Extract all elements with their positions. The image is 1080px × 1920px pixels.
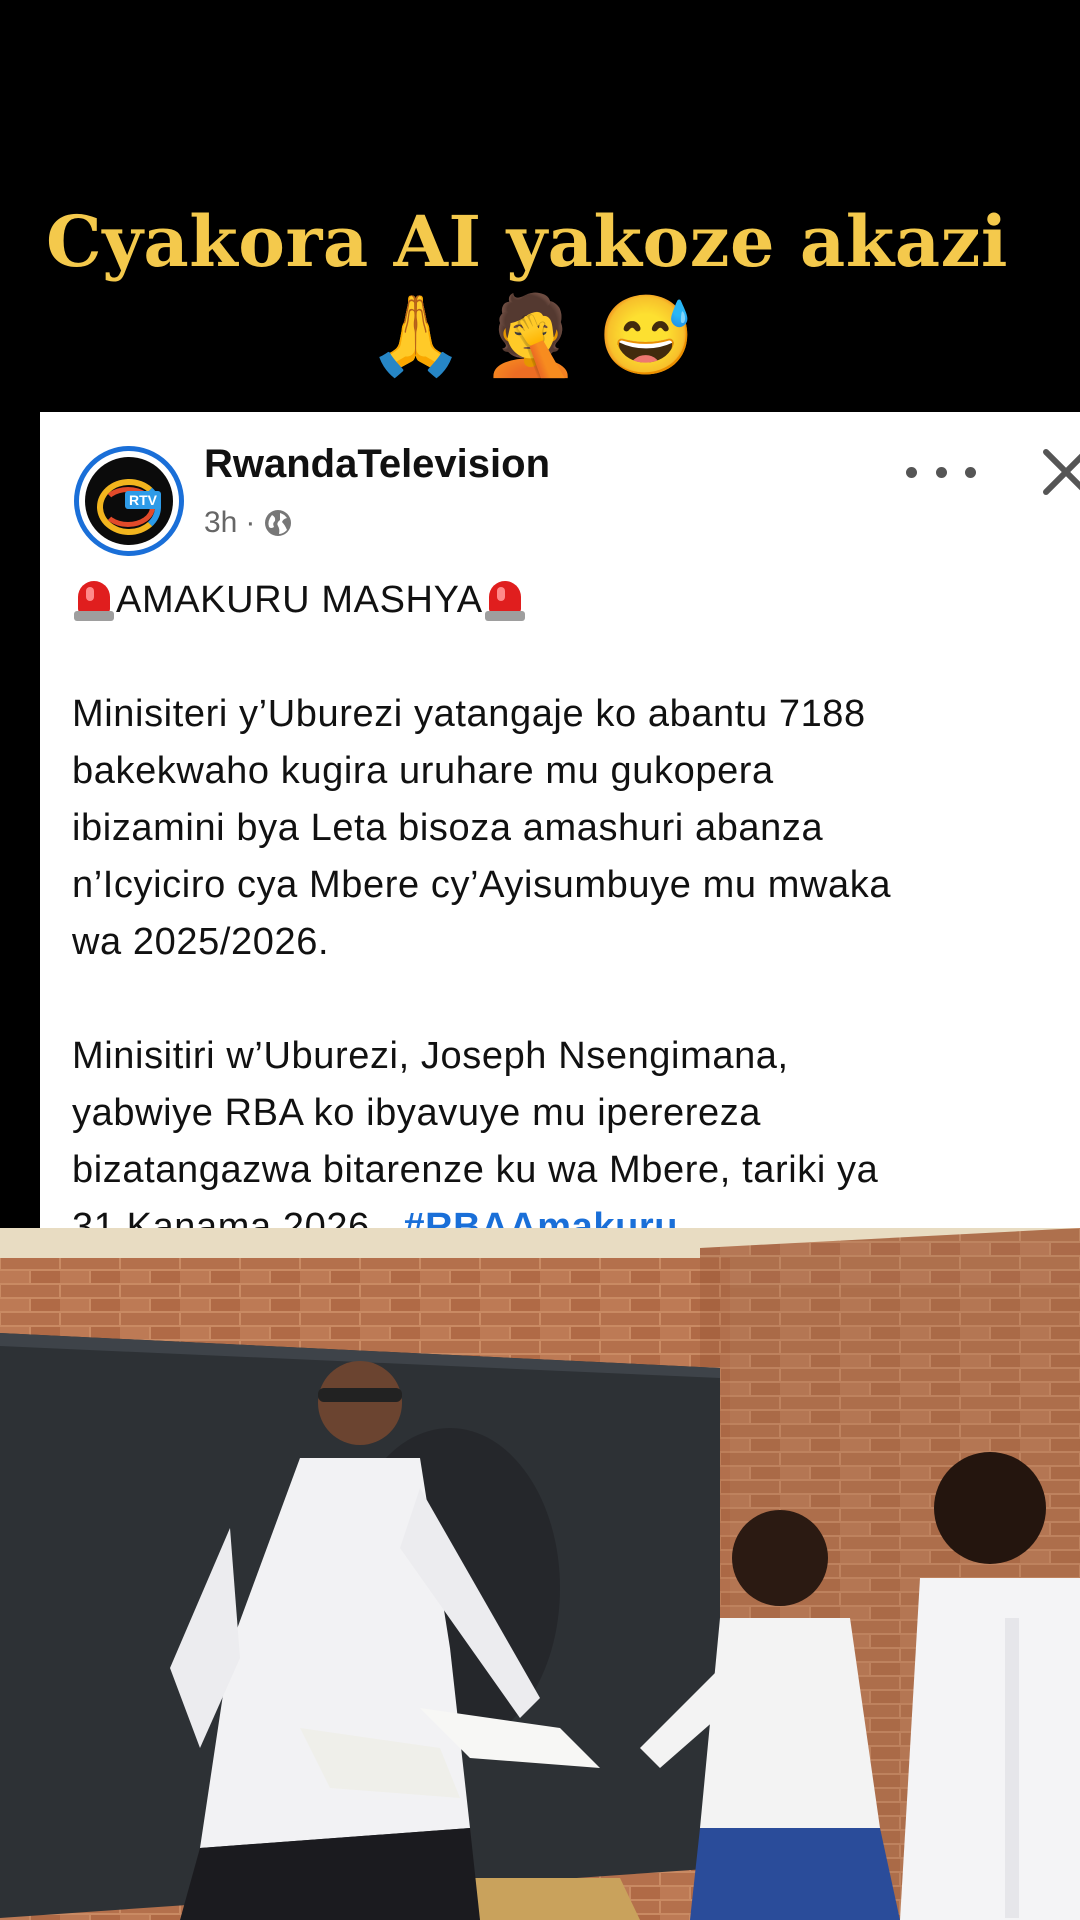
post-headline: AMAKURU MASHYA [72,572,1080,629]
close-icon[interactable] [1036,442,1080,502]
video-caption: Cyakora AI yakoze akazi 🙏🤦😅 [0,205,1080,376]
last-line-text: 31 Kanama 2026. [72,1206,382,1228]
paragraph-1-line: n’Icyiciro cya Mbere cy’Ayisumbuye mu mw… [72,864,892,906]
paragraph-1-line: ibizamini bya Leta bisoza amashuri abanz… [72,807,824,849]
rtv-logo-icon: RTV [85,457,173,545]
caption-title: Cyakora AI yakoze akazi [46,200,1008,283]
page-avatar[interactable]: RTV [74,446,184,556]
siren-icon [74,579,114,623]
meta-separator: · [245,506,256,539]
hashtag-link[interactable]: #RBAAmakuru [403,1206,678,1228]
classroom-photo [0,1228,1080,1920]
paragraph-2-line: bizatangazwa bitarenze ku wa Mbere, tari… [72,1149,879,1191]
page-name[interactable]: RwandaTelevision [204,442,550,487]
post-meta: 3h · [204,506,293,540]
paragraph-1-line: Minisiteri y’Uburezi yatangaje ko abantu… [72,693,866,735]
post-time[interactable]: 3h [204,506,237,540]
globe-icon [265,510,292,536]
paragraph-2-last-line: 31 Kanama 2026. #RBAAmakuru [72,1199,1080,1228]
caption-emojis: 🙏🤦😅 [367,289,713,381]
paragraph-1-line: bakekwaho kugira uruhare mu gukopera [72,750,774,792]
post-body: AMAKURU MASHYA Minisiteri y’Uburezi yata… [72,572,1080,1228]
paragraph-2-line: Minisitiri w’Uburezi, Joseph Nsengimana, [72,1035,789,1077]
siren-icon [484,579,525,623]
paragraph-1-line: wa 2025/2026. [72,921,330,963]
more-options-icon[interactable] [906,452,976,492]
post-card: RTV RwandaTelevision 3h · AMAKURU MASHYA… [40,412,1080,1228]
avatar-logo-text: RTV [125,491,161,509]
post-photo[interactable] [0,1228,1080,1920]
paragraph-2-line: yabwiye RBA ko ibyavuye mu iperereza [72,1092,762,1134]
headline-text: AMAKURU MASHYA [116,579,483,621]
